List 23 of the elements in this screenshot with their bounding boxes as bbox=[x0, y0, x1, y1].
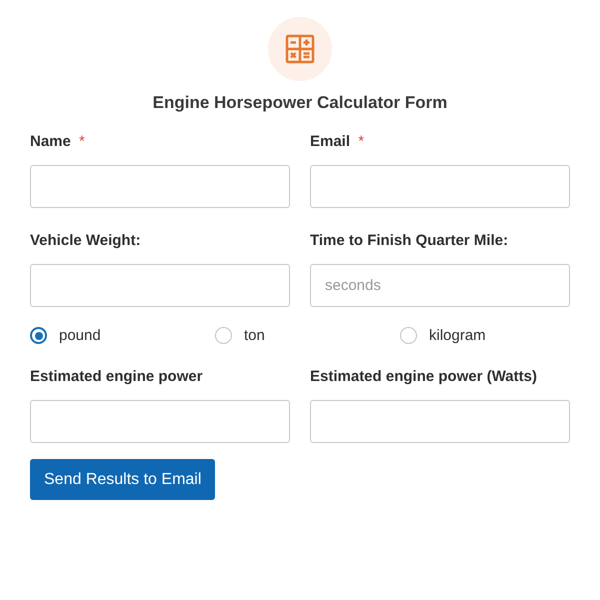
radio-label: kilogram bbox=[429, 327, 486, 344]
field-label: Estimated engine power (Watts) bbox=[310, 368, 537, 385]
radio-button[interactable] bbox=[400, 327, 417, 344]
radio-button[interactable] bbox=[30, 327, 47, 344]
required-mark: * bbox=[358, 133, 364, 150]
send-button[interactable]: Send Results to Email bbox=[30, 459, 216, 500]
radio-label: ton bbox=[244, 327, 265, 344]
input-field[interactable] bbox=[310, 400, 570, 443]
input-field[interactable]: seconds bbox=[310, 264, 570, 307]
input-field[interactable] bbox=[310, 165, 570, 208]
field-label: Name bbox=[30, 133, 71, 150]
input-field[interactable] bbox=[30, 165, 290, 208]
calculator-icon bbox=[285, 34, 315, 64]
field-label: Vehicle Weight: bbox=[30, 232, 141, 249]
radio-label: pound bbox=[59, 327, 101, 344]
field-label: Email bbox=[310, 133, 350, 150]
input-field[interactable] bbox=[30, 400, 290, 443]
field-label: Time to Finish Quarter Mile: bbox=[310, 232, 508, 249]
form-title: Engine Horsepower Calculator Form bbox=[152, 93, 448, 113]
input-field[interactable] bbox=[30, 264, 290, 307]
required-mark: * bbox=[79, 133, 85, 150]
field-label: Estimated engine power bbox=[30, 368, 203, 385]
radio-button[interactable] bbox=[215, 327, 232, 344]
